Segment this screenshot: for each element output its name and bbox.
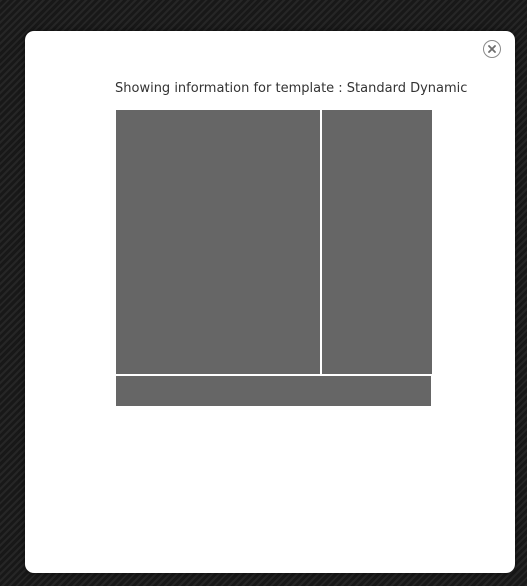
- template-zone-main[interactable]: [116, 110, 320, 374]
- template-info-dialog: Showing information for template : Stand…: [25, 31, 515, 573]
- template-zone-bottom[interactable]: [116, 376, 431, 406]
- template-preview: [116, 110, 432, 406]
- close-icon: [488, 45, 496, 53]
- dialog-title: Showing information for template : Stand…: [115, 81, 468, 96]
- close-button[interactable]: [483, 40, 501, 58]
- template-zone-side[interactable]: [322, 110, 432, 374]
